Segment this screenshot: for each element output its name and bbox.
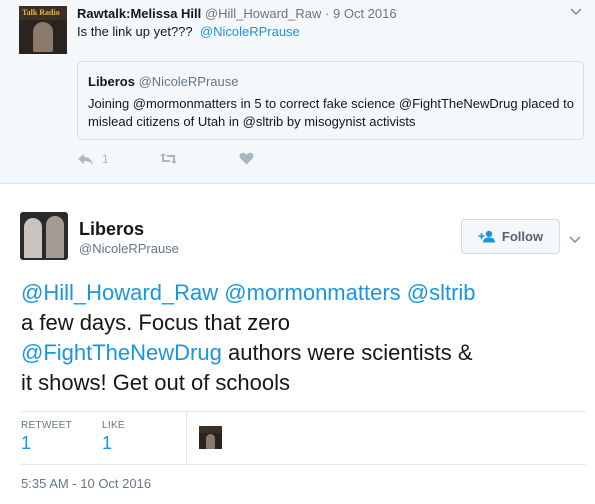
tweet-mention-link[interactable]: @FightTheNewDrug: [21, 340, 222, 365]
main-author-handle[interactable]: @NicoleRPrause: [79, 241, 179, 256]
quote-author-name: Liberos: [88, 74, 135, 89]
main-more-chevron-icon[interactable]: [569, 232, 581, 247]
reply-separator: ·: [321, 6, 333, 21]
reply-avatar[interactable]: Talk Radio: [19, 6, 67, 54]
tweet-text-span: it shows! Get out of schools: [21, 370, 291, 395]
main-avatar[interactable]: [20, 212, 68, 260]
quote-author-handle: @NicoleRPrause: [138, 74, 239, 89]
avatar-figure-left: [24, 218, 42, 258]
reply-author-name[interactable]: Rawtalk:Melissa Hill: [77, 6, 201, 21]
tweet-line: @FightTheNewDrug authors were scientists…: [21, 338, 586, 368]
like-stat-label: LIKE: [102, 420, 125, 431]
liker-avatar-banner: [199, 426, 222, 433]
reply-author-handle[interactable]: @Hill_Howard_Raw: [205, 6, 322, 21]
reply-tweet: Talk Radio Rawtalk:Melissa Hill @Hill_Ho…: [0, 0, 595, 184]
follow-label: Follow: [501, 229, 544, 244]
like-action[interactable]: [239, 152, 254, 165]
like-stat-count: 1: [102, 433, 113, 453]
retweet-stat-label: RETWEET: [21, 420, 72, 431]
stats-divider-bottom: [21, 464, 586, 465]
quoted-tweet[interactable]: Liberos @NicoleRPrause Joining @mormonma…: [77, 61, 584, 140]
heart-icon[interactable]: [239, 152, 254, 165]
avatar-figure: [33, 22, 53, 52]
tweet-line: it shows! Get out of schools: [21, 368, 586, 398]
reply-mention-link[interactable]: @NicoleRPrause: [200, 24, 300, 39]
reply-more-chevron-icon[interactable]: [570, 4, 582, 19]
like-stat[interactable]: LIKE 1: [102, 420, 125, 454]
avatar-figure-right: [46, 216, 64, 258]
stats-separator: [186, 412, 187, 464]
reply-count: 1: [102, 152, 109, 166]
reply-action[interactable]: 1: [77, 152, 109, 166]
follow-button[interactable]: Follow: [461, 219, 560, 254]
retweet-stat[interactable]: RETWEET 1: [21, 420, 72, 454]
add-user-icon: [478, 230, 496, 243]
reply-header: Rawtalk:Melissa Hill @Hill_Howard_Raw · …: [77, 6, 397, 21]
reply-body: Is the link up yet???: [77, 24, 193, 39]
tweet-text-span: authors were scientists &: [221, 340, 473, 365]
main-tweet-text: @Hill_Howard_Raw @mormonmatters @sltrib …: [21, 278, 586, 398]
reply-date[interactable]: 9 Oct 2016: [333, 6, 397, 21]
main-author-name[interactable]: Liberos: [79, 219, 144, 240]
tweet-line: @Hill_Howard_Raw @mormonmatters @sltrib: [21, 278, 586, 308]
liker-avatar-figure: [206, 434, 215, 449]
reply-text: Is the link up yet??? @NicoleRPrause: [77, 24, 300, 39]
tweet-line: a few days. Focus that zero: [21, 308, 586, 338]
quote-header: Liberos @NicoleRPrause: [88, 74, 239, 89]
quote-text: Joining @mormonmatters in 5 to correct f…: [88, 96, 574, 129]
stats-divider-top: [21, 411, 586, 412]
avatar-logo-text: Talk Radio: [22, 8, 60, 17]
tweet-timestamp[interactable]: 5:35 AM - 10 Oct 2016: [21, 476, 151, 491]
retweet-action[interactable]: [159, 152, 178, 165]
retweet-icon[interactable]: [159, 152, 178, 165]
tweet-text-span: a few days. Focus that zero: [21, 310, 291, 335]
liker-avatar[interactable]: [199, 426, 222, 449]
tweet-mentions-link[interactable]: @Hill_Howard_Raw @mormonmatters @sltrib: [21, 280, 476, 305]
retweet-stat-count: 1: [21, 433, 32, 453]
reply-icon[interactable]: [77, 153, 94, 166]
